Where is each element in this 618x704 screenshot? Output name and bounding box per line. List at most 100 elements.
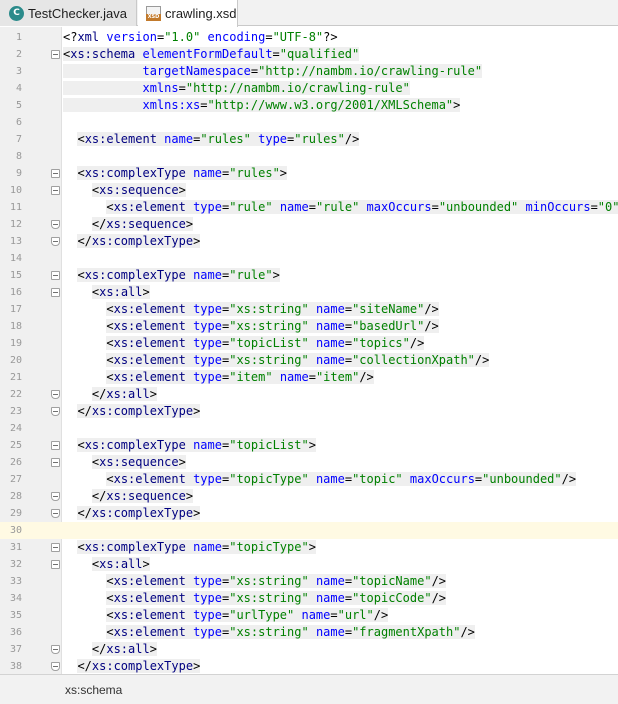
code-text: <xs:element type="rule" name="rule" maxO…	[63, 199, 618, 216]
fold-start-icon[interactable]	[51, 288, 60, 297]
fold-end-icon[interactable]	[51, 237, 60, 246]
line-number: 33	[9, 576, 22, 587]
line-number: 27	[9, 474, 22, 485]
code-text: xmlns:xs="http://www.w3.org/2001/XMLSche…	[63, 97, 461, 114]
code-line[interactable]: 12 </xs:sequence>	[0, 216, 618, 233]
fold-end-icon[interactable]	[51, 390, 60, 399]
line-number: 31	[9, 542, 22, 553]
code-text: <xs:all>	[91, 285, 150, 299]
code-text: <xs:complexType name="topicList">	[77, 438, 316, 452]
code-line[interactable]: 4 xmlns="http://nambm.io/crawling-rule"	[0, 80, 618, 97]
line-number: 14	[9, 253, 22, 264]
code-text: </xs:sequence>	[91, 489, 194, 503]
breadcrumb-item[interactable]: xs:schema	[65, 683, 122, 697]
code-line[interactable]: 25 <xs:complexType name="topicList">	[0, 437, 618, 454]
code-line[interactable]: 6	[0, 114, 618, 131]
code-line[interactable]: 18 <xs:element type="xs:string" name="ba…	[0, 318, 618, 335]
code-line[interactable]: 22 </xs:all>	[0, 386, 618, 403]
line-number: 6	[15, 117, 22, 128]
code-line[interactable]: 24	[0, 420, 618, 437]
fold-end-icon[interactable]	[51, 645, 60, 654]
code-text: <xs:element type="xs:string" name="siteN…	[106, 302, 439, 316]
line-number: 30	[9, 525, 22, 536]
line-number: 19	[9, 338, 22, 349]
code-text: <xs:complexType name="topicType">	[77, 540, 316, 554]
code-text: </xs:complexType>	[77, 404, 201, 418]
fold-end-icon[interactable]	[51, 509, 60, 518]
line-number: 4	[15, 83, 22, 94]
java-class-icon: C	[9, 5, 24, 21]
code-line[interactable]: 26 <xs:sequence>	[0, 454, 618, 471]
fold-start-icon[interactable]	[51, 560, 60, 569]
code-line[interactable]: 8	[0, 148, 618, 165]
code-text: xmlns="http://nambm.io/crawling-rule"	[63, 80, 410, 97]
code-text: <xs:element type="topicList" name="topic…	[106, 336, 425, 350]
line-number: 35	[9, 610, 22, 621]
fold-start-icon[interactable]	[51, 169, 60, 178]
line-number: 26	[9, 457, 22, 468]
code-line[interactable]: 32 <xs:all>	[0, 556, 618, 573]
tab-crawling-xsd[interactable]: crawling.xsd	[138, 0, 238, 27]
line-number: 9	[15, 168, 22, 179]
fold-start-icon[interactable]	[51, 458, 60, 467]
code-line[interactable]: 29 </xs:complexType>	[0, 505, 618, 522]
code-line[interactable]: 31 <xs:complexType name="topicType">	[0, 539, 618, 556]
code-line[interactable]: 3 targetNamespace="http://nambm.io/crawl…	[0, 63, 618, 80]
fold-start-icon[interactable]	[51, 50, 60, 59]
code-line[interactable]: 5 xmlns:xs="http://www.w3.org/2001/XMLSc…	[0, 97, 618, 114]
fold-start-icon[interactable]	[51, 543, 60, 552]
code-line[interactable]: 11 <xs:element type="rule" name="rule" m…	[0, 199, 618, 216]
code-line[interactable]: 21 <xs:element type="item" name="item"/>	[0, 369, 618, 386]
code-editor[interactable]: 1 <?xml version="1.0" encoding="UTF-8"?> 2…	[0, 27, 618, 674]
code-line[interactable]: 13 </xs:complexType>	[0, 233, 618, 250]
code-line[interactable]: 34 <xs:element type="xs:string" name="to…	[0, 590, 618, 607]
code-text: <xs:element type="topicType" name="topic…	[106, 472, 577, 486]
fold-start-icon[interactable]	[51, 441, 60, 450]
fold-start-icon[interactable]	[51, 271, 60, 280]
code-text: <xs:complexType name="rules">	[77, 166, 288, 180]
code-line[interactable]: 33 <xs:element type="xs:string" name="to…	[0, 573, 618, 590]
code-line[interactable]: 2 <xs:schema elementFormDefault="qualifie…	[0, 46, 618, 63]
code-line[interactable]: 36 <xs:element type="xs:string" name="fr…	[0, 624, 618, 641]
code-text: </xs:complexType>	[77, 659, 201, 673]
xsd-file-icon	[146, 6, 161, 21]
line-number: 7	[15, 134, 22, 145]
code-line[interactable]: 30	[0, 522, 618, 539]
code-line[interactable]: 35 <xs:element type="urlType" name="url"…	[0, 607, 618, 624]
fold-end-icon[interactable]	[51, 662, 60, 671]
code-line[interactable]: 15 <xs:complexType name="rule">	[0, 267, 618, 284]
code-line[interactable]: 37 </xs:all>	[0, 641, 618, 658]
line-number: 15	[9, 270, 22, 281]
line-number: 22	[9, 389, 22, 400]
code-text: <xs:element type="xs:string" name="fragm…	[106, 625, 475, 639]
code-line[interactable]: 14	[0, 250, 618, 267]
code-text: <xs:element type="xs:string" name="topic…	[106, 574, 447, 588]
code-line[interactable]: 19 <xs:element type="topicList" name="to…	[0, 335, 618, 352]
code-line[interactable]: 27 <xs:element type="topicType" name="to…	[0, 471, 618, 488]
tab-testchecker-java[interactable]: C TestChecker.java	[0, 0, 137, 26]
code-line[interactable]: 10 <xs:sequence>	[0, 182, 618, 199]
code-line[interactable]: 38 </xs:complexType>	[0, 658, 618, 674]
code-line[interactable]: 20 <xs:element type="xs:string" name="co…	[0, 352, 618, 369]
fold-end-icon[interactable]	[51, 407, 60, 416]
line-number: 13	[9, 236, 22, 247]
code-line[interactable]: 16 <xs:all>	[0, 284, 618, 301]
code-text: <xs:complexType name="rule">	[77, 268, 280, 282]
code-line[interactable]: 7 <xs:element name="rules" type="rules"/…	[0, 131, 618, 148]
code-line[interactable]: 1 <?xml version="1.0" encoding="UTF-8"?>	[0, 29, 618, 46]
code-line[interactable]: 9 <xs:complexType name="rules">	[0, 165, 618, 182]
code-text: <xs:element type="xs:string" name="topic…	[106, 591, 447, 605]
line-number: 2	[15, 49, 22, 60]
code-line[interactable]: 17 <xs:element type="xs:string" name="si…	[0, 301, 618, 318]
line-number: 16	[9, 287, 22, 298]
code-text: <xs:element name="rules" type="rules"/>	[77, 132, 360, 146]
fold-start-icon[interactable]	[51, 186, 60, 195]
fold-end-icon[interactable]	[51, 492, 60, 501]
code-line[interactable]: 28 </xs:sequence>	[0, 488, 618, 505]
line-number: 36	[9, 627, 22, 638]
line-number: 20	[9, 355, 22, 366]
line-number: 8	[15, 151, 22, 162]
fold-end-icon[interactable]	[51, 220, 60, 229]
code-text: </xs:all>	[91, 642, 157, 656]
code-line[interactable]: 23 </xs:complexType>	[0, 403, 618, 420]
